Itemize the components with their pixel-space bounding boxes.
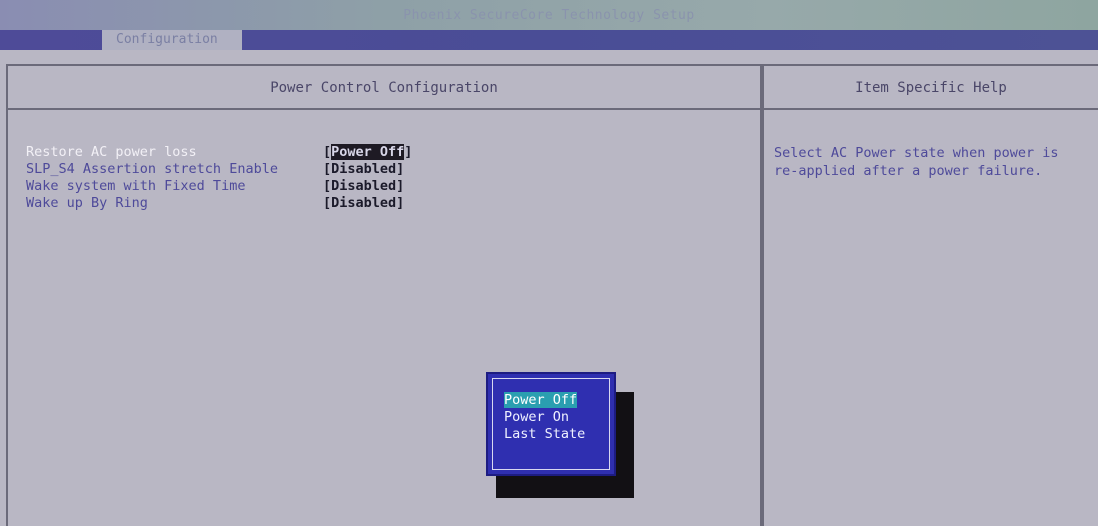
option-label: Power On [504,409,570,425]
bracket-open: [ [323,195,332,211]
setting-row-restore-ac-power-loss[interactable]: Restore AC power loss [Power Off] [26,144,412,161]
setting-row-slp-s4-assertion[interactable]: SLP_S4 Assertion stretch Enable [Disabled… [26,161,412,178]
bracket-open: [ [323,178,332,194]
setting-value[interactable]: [Disabled] [323,195,404,212]
help-panel: Item Specific Help Select AC Power state… [762,64,1098,526]
title-bar: Phoenix SecureCore Technology Setup [0,0,1098,30]
settings-panel-title: Power Control Configuration [8,66,760,110]
bracket-close: ] [396,161,405,177]
setting-label: Wake up By Ring [26,195,148,211]
tab-configuration[interactable]: Configuration [102,30,242,50]
setting-value-text: Disabled [331,161,397,177]
setting-label: Restore AC power loss [26,144,197,160]
window-title: Phoenix SecureCore Technology Setup [403,8,695,23]
option-label: Last State [504,426,586,442]
setting-label: Wake system with Fixed Time [26,178,246,194]
bracket-close: ] [396,195,405,211]
setting-label: SLP_S4 Assertion stretch Enable [26,161,278,177]
popup-option-power-on[interactable]: Power On [504,409,585,426]
bracket-open: [ [323,161,332,177]
bracket-close: ] [404,144,413,160]
setting-row-wake-by-ring[interactable]: Wake up By Ring [Disabled] [26,195,412,212]
setting-value[interactable]: [Power Off] [323,144,412,161]
setting-value[interactable]: [Disabled] [323,161,404,178]
popup-option-power-off[interactable]: Power Off [504,392,585,409]
setting-value-text: Power Off [331,144,405,160]
setting-row-wake-fixed-time[interactable]: Wake system with Fixed Time [Disabled] [26,178,412,195]
popup-option-last-state[interactable]: Last State [504,426,585,443]
option-label: Power Off [504,392,578,408]
settings-panel: Power Control Configuration Restore AC p… [6,64,762,526]
bios-setup-screen: Phoenix SecureCore Technology Setup Conf… [0,0,1098,526]
help-text: Select AC Power state when power is re-a… [774,145,1059,179]
settings-list: Restore AC power loss [Power Off] SLP_S4 … [26,144,412,212]
setting-value-text: Disabled [331,178,397,194]
bracket-close: ] [396,178,405,194]
help-panel-title: Item Specific Help [764,66,1098,110]
setting-value[interactable]: [Disabled] [323,178,404,195]
setting-value-text: Disabled [331,195,397,211]
bracket-open: [ [323,144,332,160]
options-popup: Power Off Power On Last State [486,372,616,476]
popup-options-list: Power Off Power On Last State [504,392,585,443]
